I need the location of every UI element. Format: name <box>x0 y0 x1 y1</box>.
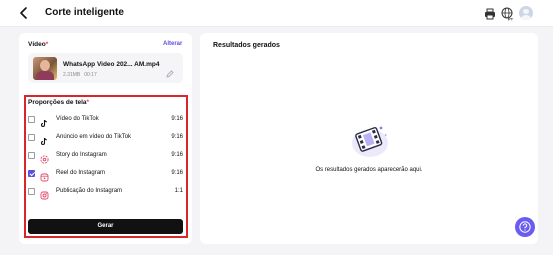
globe-language-icon[interactable]: PT <box>501 7 514 22</box>
help-button[interactable] <box>515 217 535 237</box>
video-file-meta: 2.31MB 00:17 <box>63 72 101 78</box>
checkbox[interactable] <box>28 134 35 141</box>
instagram-icon <box>40 187 49 200</box>
ratio-value: 9:16 <box>171 152 183 158</box>
page-title: Corte inteligente <box>45 7 124 18</box>
tiktok-icon <box>40 133 49 146</box>
file-size: 2.31MB <box>63 72 81 78</box>
help-icon <box>519 221 531 233</box>
video-label: Vídeo* <box>28 41 49 48</box>
ratio-option-instagram-reel[interactable]: Reel do Instagram 9:16 <box>28 168 183 182</box>
instagram-story-icon <box>40 151 49 164</box>
empty-results-message: Os resultados gerados aparecerão aqui. <box>315 167 423 173</box>
ratio-option-label: Vídeo do TikTok <box>56 116 99 122</box>
ratio-option-label: Anúncio em vídeo do TikTok <box>56 134 132 140</box>
ratio-value: 9:16 <box>171 116 183 122</box>
top-bar: Corte inteligente PT <box>0 0 553 27</box>
checkbox[interactable] <box>28 116 35 123</box>
avatar[interactable] <box>519 6 533 20</box>
ratio-value: 1:1 <box>174 188 183 194</box>
ratio-option-label: Publicação do Instagram <box>56 188 123 194</box>
tiktok-icon <box>40 115 49 128</box>
checkbox[interactable] <box>28 152 35 159</box>
edit-icon[interactable] <box>166 65 174 78</box>
ratio-option-label: Story do Instagram <box>56 152 107 158</box>
results-title: Resultados gerados <box>213 42 280 49</box>
checkbox[interactable] <box>28 188 35 195</box>
ratio-value: 9:16 <box>171 170 183 176</box>
chevron-left-icon[interactable] <box>17 6 31 20</box>
video-file-name: WhatsApp Video 202... AM.mp4 <box>63 61 160 68</box>
ratio-option-label: Reel do Instagram <box>56 170 106 176</box>
ratio-option-tiktok-video[interactable]: Vídeo do TikTok 9:16 <box>28 114 183 128</box>
change-video-link[interactable]: Alterar <box>163 41 182 47</box>
video-thumbnail <box>33 57 57 80</box>
ratio-option-instagram-post[interactable]: Publicação do Instagram 1:1 <box>28 186 183 200</box>
ratio-value: 9:16 <box>171 134 183 140</box>
file-duration: 00:17 <box>84 72 97 78</box>
language-code: PT <box>508 17 514 22</box>
aspect-ratio-label: Proporções de tela* <box>28 99 90 106</box>
film-reel-icon <box>346 116 394 164</box>
checkbox-checked[interactable] <box>28 170 35 177</box>
ratio-option-instagram-story[interactable]: Story do Instagram 9:16 <box>28 150 183 164</box>
generate-button[interactable]: Gerar <box>28 219 183 234</box>
printer-icon[interactable] <box>484 7 496 20</box>
instagram-reel-icon <box>40 169 49 182</box>
ratio-option-tiktok-ad[interactable]: Anúncio em vídeo do TikTok 9:16 <box>28 132 183 146</box>
